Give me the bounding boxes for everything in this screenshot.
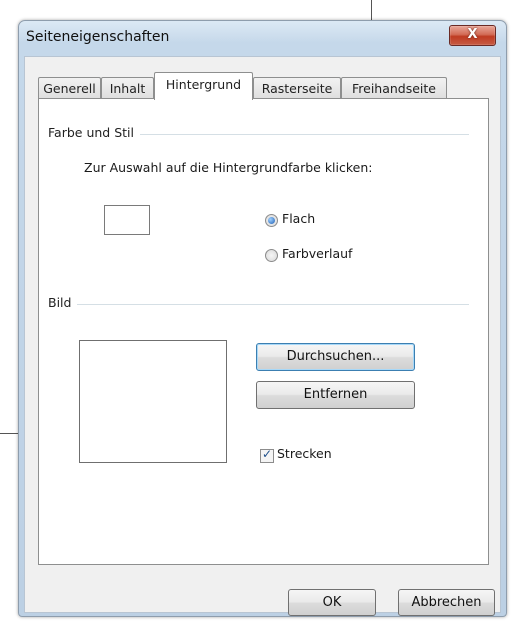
remove-button[interactable]: Entfernen <box>256 381 415 409</box>
background-color-swatch[interactable] <box>104 205 150 235</box>
group-label-image: Bild <box>48 295 78 310</box>
window-title: Seiteneigenschaften <box>26 29 170 45</box>
radio-farbverlauf-label: Farbverlauf <box>282 246 353 261</box>
radio-flach[interactable] <box>265 214 278 227</box>
radio-selected-dot <box>268 217 275 224</box>
image-preview <box>79 340 227 463</box>
radio-flach-label: Flach <box>282 211 316 226</box>
tab-panel-hintergrund: Farbe und Stil Zur Auswahl auf die Hinte… <box>38 98 489 565</box>
radio-farbverlauf[interactable] <box>265 249 278 262</box>
ok-button[interactable]: OK <box>288 589 376 616</box>
color-instruction: Zur Auswahl auf die Hintergrundfarbe kli… <box>84 160 373 175</box>
tab-freihandseite[interactable]: Freihandseite <box>341 77 447 99</box>
tab-generell[interactable]: Generell <box>38 77 101 99</box>
dialog-window: Seiteneigenschaften X Generell Inhalt Hi… <box>18 20 507 617</box>
background-tick <box>0 433 18 434</box>
browse-button[interactable]: Durchsuchen... <box>256 343 415 371</box>
tab-inhalt[interactable]: Inhalt <box>101 77 154 99</box>
group-divider <box>49 304 469 305</box>
stretch-label: Strecken <box>277 446 332 461</box>
close-button[interactable]: X <box>449 25 496 46</box>
check-icon: ✓ <box>262 447 273 461</box>
tab-hintergrund[interactable]: Hintergrund <box>154 72 253 100</box>
stretch-checkbox[interactable]: ✓ <box>260 447 274 463</box>
cancel-button[interactable]: Abbrechen <box>398 589 495 616</box>
group-label-color: Farbe und Stil <box>48 125 140 140</box>
dialog-client-area: Generell Inhalt Hintergrund Rasterseite … <box>24 56 501 616</box>
tab-rasterseite[interactable]: Rasterseite <box>253 77 341 99</box>
background-divider <box>371 0 372 20</box>
close-icon: X <box>467 27 478 42</box>
